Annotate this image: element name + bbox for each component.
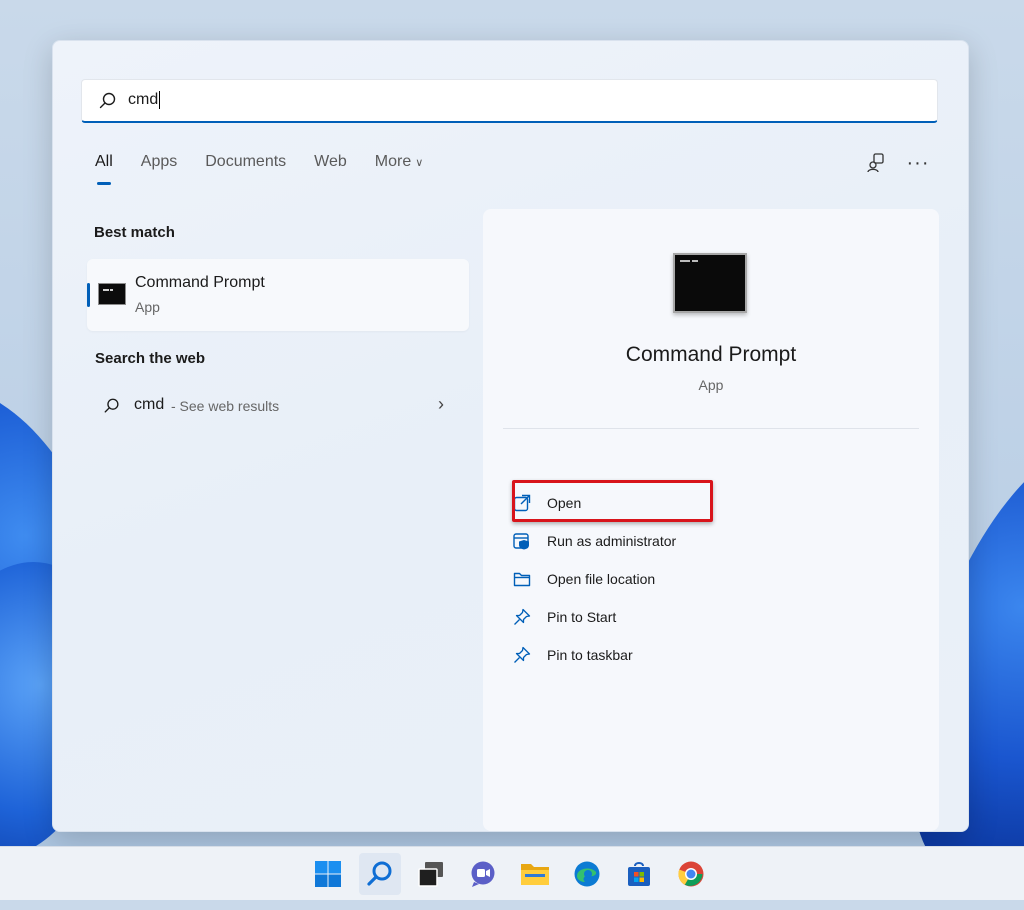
chrome-icon [678, 861, 704, 887]
web-results-hint: - See web results [171, 398, 280, 414]
detail-pane: Command Prompt App Open Run as administr… [483, 209, 939, 831]
action-label: Pin to Start [547, 609, 617, 625]
best-match-subtitle: App [135, 299, 160, 315]
search-icon [99, 92, 116, 108]
search-box[interactable]: cmd [81, 79, 938, 123]
search-icon [104, 398, 119, 413]
web-search-result[interactable]: cmd - See web results › [87, 385, 469, 425]
detail-title: Command Prompt [625, 343, 797, 366]
file-explorer-icon [521, 864, 549, 885]
start-search-panel: cmd All Apps Documents Web More ∨ ··· Bes… [52, 40, 969, 832]
admin-shield-icon [513, 533, 529, 550]
filter-tabs: All Apps Documents Web More ∨ [95, 153, 451, 185]
tab-apps[interactable]: Apps [141, 153, 177, 181]
chrome-button[interactable] [670, 853, 712, 895]
store-button[interactable] [618, 853, 660, 895]
start-button[interactable] [307, 853, 349, 895]
best-match-result[interactable]: Command Prompt App [87, 259, 469, 331]
tab-documents[interactable]: Documents [205, 153, 286, 181]
divider [503, 428, 919, 429]
search-input[interactable]: cmd [128, 91, 161, 110]
edge-icon [574, 861, 600, 887]
taskbar [0, 846, 1024, 900]
task-view-button[interactable] [410, 853, 452, 895]
action-pin-to-taskbar[interactable]: Pin to taskbar [513, 640, 813, 670]
selection-indicator [87, 283, 90, 307]
search-options-button[interactable] [860, 147, 892, 179]
search-web-heading: Search the web [95, 350, 206, 367]
chevron-down-icon: ∨ [415, 157, 424, 169]
action-pin-to-start[interactable]: Pin to Start [513, 602, 813, 632]
best-match-title: Command Prompt [135, 274, 265, 291]
more-options-button[interactable]: ··· [902, 147, 934, 179]
annotation-highlight-box [512, 480, 713, 522]
command-prompt-large-icon [673, 253, 747, 313]
folder-icon [513, 572, 531, 587]
tab-more[interactable]: More ∨ [375, 153, 424, 181]
command-prompt-icon [98, 283, 126, 305]
action-label: Open file location [547, 571, 656, 587]
file-explorer-button[interactable] [514, 853, 556, 895]
tab-all[interactable]: All [95, 153, 113, 185]
action-open-file-location[interactable]: Open file location [513, 564, 813, 594]
chevron-right-icon: › [438, 394, 444, 414]
more-icon: ··· [906, 151, 930, 174]
task-view-icon [418, 862, 443, 887]
web-query: cmd [134, 396, 165, 413]
pin-icon [514, 646, 531, 663]
pin-icon [514, 608, 531, 625]
action-run-as-administrator[interactable]: Run as administrator [513, 526, 813, 556]
store-icon [628, 862, 650, 886]
chat-icon [471, 861, 495, 887]
action-label: Run as administrator [547, 533, 677, 549]
action-label: Pin to taskbar [547, 647, 633, 663]
taskbar-search-button[interactable] [359, 853, 401, 895]
best-match-heading: Best match [94, 224, 175, 241]
search-icon [367, 861, 392, 886]
chat-button[interactable] [462, 853, 504, 895]
people-search-icon [867, 153, 884, 173]
detail-subtitle: App [698, 377, 724, 393]
edge-button[interactable] [566, 853, 608, 895]
start-icon [315, 861, 341, 887]
tab-web[interactable]: Web [314, 153, 347, 181]
